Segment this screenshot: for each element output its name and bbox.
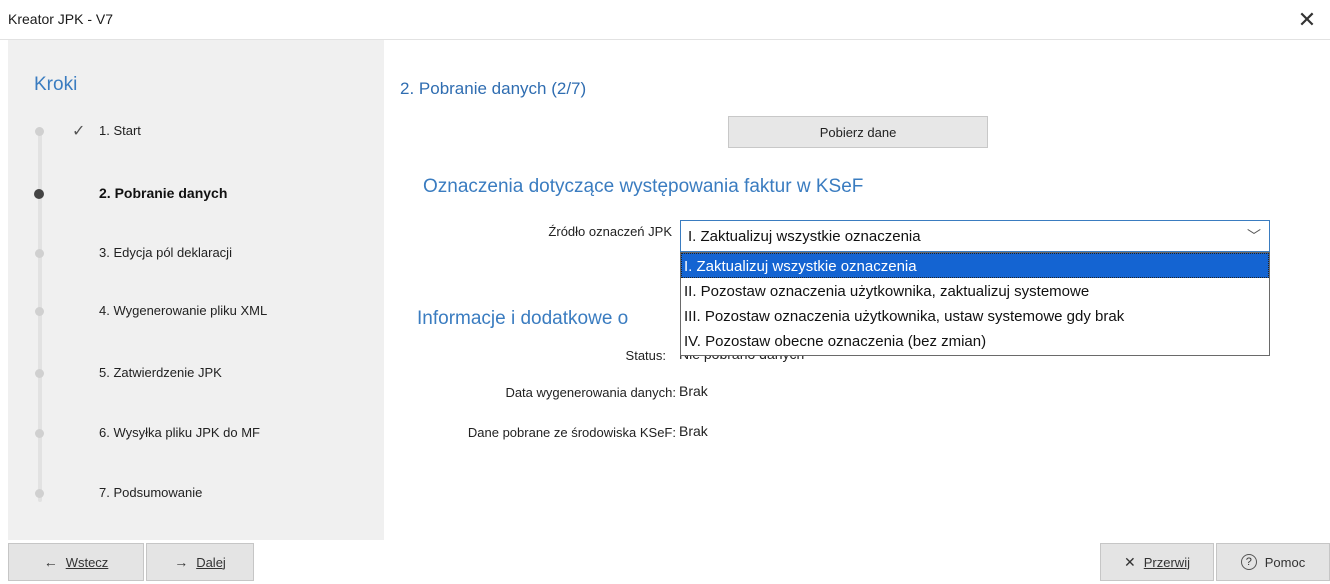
help-button-label: Pomoc [1264,554,1306,570]
ksef-env-label: Dane pobrane ze środowiska KSeF: [467,425,676,440]
help-button[interactable]: ? Pomoc [1216,543,1330,581]
arrow-right-icon: → [174,554,189,570]
step-dot-icon [35,127,44,136]
gen-date-value: Brak [679,383,708,399]
step-pobranie-danych[interactable]: 2. Pobranie danych [8,178,384,208]
chevron-down-icon: ﹀ [1247,228,1261,244]
step-wygenerowanie-xml[interactable]: 4. Wygenerowanie pliku XML [8,296,384,326]
step-label: 4. Wygenerowanie pliku XML [99,303,268,318]
ksef-env-value: Brak [679,423,708,439]
page-title: 2. Pobranie danych (2/7) [400,79,587,98]
status-label: Status: [625,348,666,363]
fetch-data-button[interactable]: Pobierz dane [728,116,988,148]
info-section-title: Informacje i dodatkowe o [417,308,629,329]
step-dot-icon [35,249,44,258]
next-button-label: Dalej [196,554,226,570]
step-edycja-pol[interactable]: 3. Edycja pól deklaracji [8,238,384,268]
source-select-value: I. Zaktualizuj wszystkie oznaczenia [688,228,921,245]
step-label: 1. Start [99,123,141,138]
source-label: Źródło oznaczeń JPK [548,224,672,239]
source-option[interactable]: I. Zaktualizuj wszystkie oznaczenia [681,253,1269,278]
cancel-button[interactable]: ✕ Przerwij [1100,543,1214,581]
footer-bar: ← Wstecz → Dalej ✕ Przerwij ? Pomoc [0,540,1330,584]
help-icon: ? [1240,554,1257,570]
step-label: 3. Edycja pól deklaracji [99,245,232,260]
window-title: Kreator JPK - V7 [8,11,114,27]
step-label: 7. Podsumowanie [99,485,203,500]
step-zatwierdzenie[interactable]: 5. Zatwierdzenie JPK [8,358,384,388]
gen-date-label: Data wygenerowania danych: [505,385,676,400]
arrow-left-icon: ← [43,554,58,570]
step-wysylka[interactable]: 6. Wysyłka pliku JPK do MF [8,418,384,448]
source-select[interactable]: I. Zaktualizuj wszystkie oznaczenia ﹀ [680,220,1270,252]
step-dot-icon [35,489,44,498]
step-podsumowanie[interactable]: 7. Podsumowanie [8,478,384,508]
source-option[interactable]: III. Pozostaw oznaczenia użytkownika, us… [681,303,1269,328]
step-label: 5. Zatwierdzenie JPK [99,365,222,380]
back-button-label: Wstecz [65,554,109,570]
steps-heading: Kroki [34,74,78,95]
check-icon: ✓ [72,123,86,140]
window-titlebar: Kreator JPK - V7 ✕ [0,0,1330,40]
close-icon: ✕ [1124,553,1136,570]
step-label: 6. Wysyłka pliku JPK do MF [99,425,260,440]
source-option[interactable]: II. Pozostaw oznaczenia użytkownika, zak… [681,278,1269,303]
cancel-button-label: Przerwij [1143,554,1190,570]
step-dot-icon [35,307,44,316]
ksef-section-title: Oznaczenia dotyczące występowania faktur… [423,176,864,197]
source-option[interactable]: IV. Pozostaw obecne oznaczenia (bez zmia… [681,328,1269,353]
step-dot-icon [35,369,44,378]
next-button[interactable]: → Dalej [146,543,254,581]
source-dropdown-list: I. Zaktualizuj wszystkie oznaczenia II. … [680,252,1270,356]
steps-sidebar: Kroki ✓ 1. Start 2. Pobranie danych 3. E… [8,40,384,540]
step-start[interactable]: ✓ 1. Start [8,116,384,146]
close-icon[interactable]: ✕ [1284,0,1330,40]
back-button[interactable]: ← Wstecz [8,543,144,581]
step-label: 2. Pobranie danych [99,185,228,201]
step-dot-icon [34,189,44,199]
step-dot-icon [35,429,44,438]
